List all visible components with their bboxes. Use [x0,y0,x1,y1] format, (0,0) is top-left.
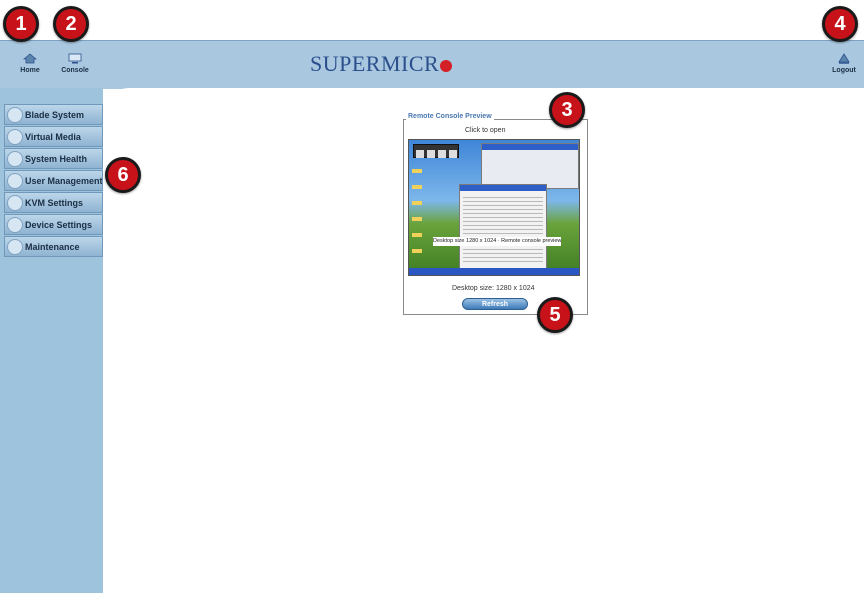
sidebar-item-label: KVM Settings [25,197,84,208]
sidebar-item-label: Blade System [25,109,85,120]
supermicro-logo: SUPERMICR [310,51,453,77]
sidebar-item-virtual-media[interactable]: Virtual Media [4,126,103,147]
preview-caption: Desktop size 1280 x 1024 · Remote consol… [433,237,561,246]
sidebar-menu: Blade System Virtual Media System Health… [4,104,103,258]
console-preview-image[interactable]: Desktop size 1280 x 1024 · Remote consol… [408,139,580,276]
preview-toolbar [413,144,459,158]
callout-1: 1 [3,6,39,42]
callout-4: 4 [822,6,858,42]
callout-2: 2 [53,6,89,42]
logout-icon [838,53,850,64]
sidebar-item-label: Maintenance [25,241,80,252]
refresh-button[interactable]: Refresh [462,298,528,310]
callout-3: 3 [549,92,585,128]
preview-window [481,143,579,189]
kvm-icon [7,194,23,211]
logout-button[interactable]: Logout [824,53,864,74]
sidebar-item-blade-system[interactable]: Blade System [4,104,103,125]
health-icon [7,150,23,167]
desktop-icons [412,162,422,262]
users-icon [7,172,23,189]
sidebar-item-label: Device Settings [25,219,93,230]
preview-window [459,184,547,270]
blade-icon [7,106,23,123]
callout-6: 6 [105,157,141,193]
top-toolbar: Home Console SUPERMICR Logout [0,40,864,89]
tools-icon [7,238,23,255]
sidebar-item-label: User Management [25,175,103,186]
sidebar-item-kvm-settings[interactable]: KVM Settings [4,192,103,213]
home-button[interactable]: Home [10,53,50,74]
home-icon [23,53,37,64]
home-label: Home [20,67,40,74]
sidebar-item-label: Virtual Media [25,131,81,142]
console-label: Console [61,67,89,74]
sidebar-item-label: System Health [25,153,88,164]
media-icon [7,128,23,145]
sidebar-item-device-settings[interactable]: Device Settings [4,214,103,235]
sidebar-item-system-health[interactable]: System Health [4,148,103,169]
console-button[interactable]: Console [55,53,95,74]
panel-legend: Remote Console Preview [406,113,494,120]
callout-5: 5 [537,297,573,333]
logout-label: Logout [832,67,856,74]
sidebar-item-maintenance[interactable]: Maintenance [4,236,103,257]
click-to-open-text: Click to open [465,127,506,134]
desktop-size-text: Desktop size: 1280 x 1024 [452,285,535,292]
preview-taskbar [409,268,579,275]
sidebar-item-user-management[interactable]: User Management [4,170,103,191]
device-icon [7,216,23,233]
console-icon [68,53,82,64]
